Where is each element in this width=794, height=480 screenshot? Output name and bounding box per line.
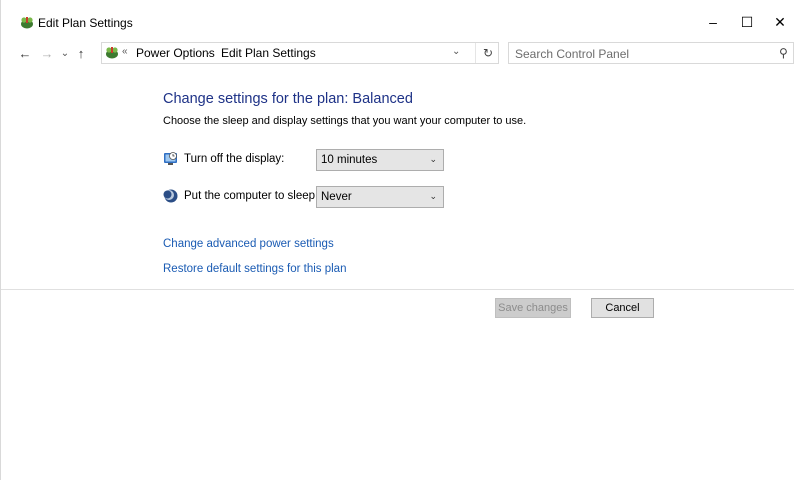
- search-icon[interactable]: ⚲: [779, 46, 788, 60]
- power-options-icon: [106, 47, 118, 59]
- chevron-down-icon: ⌄: [429, 154, 437, 164]
- breadcrumb-separator-icon[interactable]: ›: [206, 47, 209, 61]
- search-input[interactable]: [513, 45, 767, 63]
- edit-plan-settings-window: Edit Plan Settings – ☐ ✕ ← → ⌄ ↑ « Power…: [0, 0, 794, 480]
- sleep-setting-label: Put the computer to sleep:: [184, 190, 319, 202]
- navigation-bar: ← → ⌄ ↑ « Power Options › Edit Plan Sett…: [1, 42, 794, 64]
- cancel-button[interactable]: Cancel: [591, 298, 654, 318]
- breadcrumb-power-options[interactable]: Power Options: [136, 46, 215, 60]
- close-button[interactable]: ✕: [765, 10, 794, 34]
- page-description: Choose the sleep and display settings th…: [163, 115, 527, 127]
- advanced-power-settings-link[interactable]: Change advanced power settings: [163, 238, 334, 250]
- back-arrow-icon[interactable]: ←: [17, 44, 33, 62]
- display-timeout-value: 10 minutes: [321, 154, 378, 166]
- sleep-timeout-select[interactable]: Never ⌄: [316, 186, 444, 208]
- address-dropdown-icon[interactable]: ⌄: [452, 46, 460, 57]
- save-changes-button[interactable]: Save changes: [495, 298, 571, 318]
- window-title: Edit Plan Settings: [38, 16, 133, 30]
- title-bar: Edit Plan Settings – ☐ ✕: [1, 0, 794, 34]
- up-arrow-icon[interactable]: ↑: [73, 44, 89, 62]
- display-timeout-select[interactable]: 10 minutes ⌄: [316, 149, 444, 171]
- minimize-button[interactable]: –: [698, 10, 728, 34]
- recent-locations-chevron-icon[interactable]: ⌄: [57, 44, 73, 62]
- display-setting-label: Turn off the display:: [184, 153, 285, 165]
- moon-icon: [163, 189, 178, 203]
- maximize-button[interactable]: ☐: [732, 10, 762, 34]
- address-bar[interactable]: « Power Options › Edit Plan Settings ⌄ ↻: [101, 42, 499, 64]
- sleep-timeout-value: Never: [321, 191, 352, 203]
- divider: [1, 289, 794, 290]
- page-title: Change settings for the plan: Balanced: [163, 91, 413, 107]
- power-options-icon: [21, 17, 33, 29]
- breadcrumb-edit-plan-settings[interactable]: Edit Plan Settings: [221, 46, 316, 60]
- main-content: Change settings for the plan: Balanced C…: [1, 64, 794, 480]
- display-icon: [164, 152, 177, 165]
- search-box: ⚲: [508, 42, 794, 64]
- breadcrumb-overflow-icon[interactable]: «: [122, 46, 128, 57]
- chevron-down-icon: ⌄: [429, 191, 437, 201]
- restore-defaults-link[interactable]: Restore default settings for this plan: [163, 263, 346, 275]
- refresh-icon[interactable]: ↻: [475, 43, 500, 63]
- forward-arrow-icon[interactable]: →: [39, 44, 55, 62]
